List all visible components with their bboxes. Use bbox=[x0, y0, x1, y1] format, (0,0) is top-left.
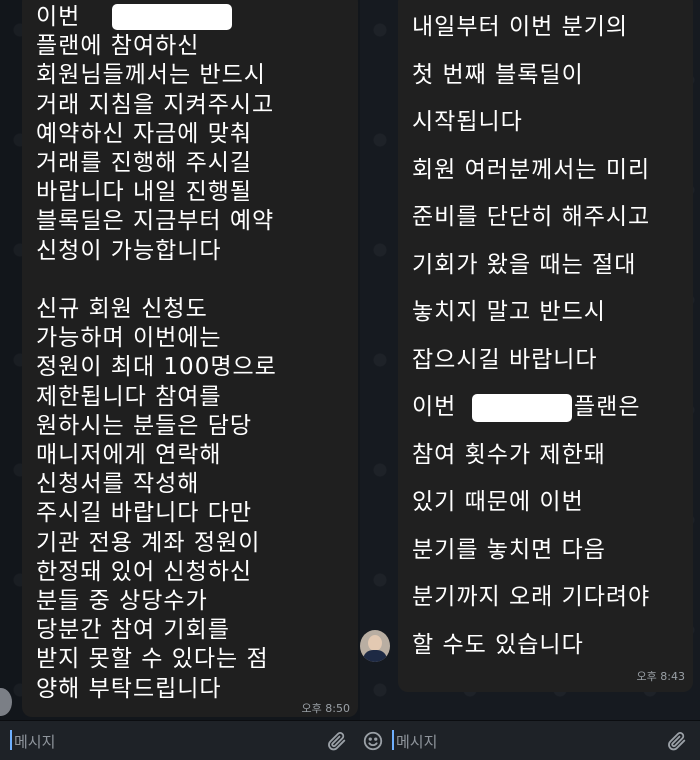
message-input[interactable]: 메시지 bbox=[14, 731, 55, 752]
message-input-bar[interactable]: 메시지 bbox=[360, 720, 700, 760]
message-input[interactable]: 메시지 bbox=[396, 731, 437, 752]
redacted-text bbox=[112, 4, 232, 30]
message-text-line: 양해 부탁드립니다 bbox=[36, 675, 222, 702]
message-text-line: 분들 중 상당수가 bbox=[36, 588, 208, 614]
left-chat-panel: 오후 8:50 이번플랜에 참여하신 회원님들께서는 반드시 거래 지침을 지켜주시… bbox=[0, 0, 360, 760]
message-text-line: 준비를 단단히 해주시고 bbox=[412, 204, 651, 230]
message-text-line: 신규 회원 신청도 bbox=[36, 296, 208, 322]
message-text-line: 시작됩니다 bbox=[412, 109, 523, 135]
message-text-line: 거래 지침을 지켜주시고 bbox=[36, 91, 275, 118]
message-text-line: 플랜은 bbox=[574, 394, 641, 420]
message-time: 오후 8:50 bbox=[301, 702, 350, 715]
message-time: 오후 8:43 bbox=[636, 670, 685, 683]
message-text-line: 놓치지 말고 반드시 bbox=[412, 299, 606, 325]
message-text-line: 거래를 진행해 주시길 bbox=[36, 150, 253, 176]
message-text-line: 매니저에게 연락해 bbox=[36, 442, 222, 468]
message-text-line: 받지 못할 수 있다는 점 bbox=[36, 646, 269, 673]
message-text-line: 주시길 바랍니다 다만 bbox=[36, 500, 253, 527]
message-text-line: 이번 bbox=[36, 4, 81, 30]
message-input-bar[interactable]: 메시지 bbox=[0, 720, 360, 760]
message-text-line: 가능하며 이번에는 bbox=[36, 325, 222, 352]
avatar-suit bbox=[363, 650, 387, 662]
sender-avatar[interactable] bbox=[360, 630, 390, 662]
emoji-icon[interactable] bbox=[362, 730, 384, 757]
message-text-line: 한정돼 있어 신청하신 bbox=[36, 558, 253, 585]
message-text-line: 이번 bbox=[412, 394, 457, 420]
message-text-line: 분기까지 오래 기다려야 bbox=[412, 584, 651, 610]
message-text-line: 정원이 최대 100명으로 bbox=[36, 354, 277, 381]
message-text-line: 블록딜은 지금부터 예약 bbox=[36, 208, 275, 235]
message-text-line: 신청서를 작성해 bbox=[36, 471, 200, 498]
message-text-line: 원하시는 분들은 담당 bbox=[36, 412, 253, 439]
paperclip-icon[interactable] bbox=[666, 730, 688, 757]
sender-avatar[interactable] bbox=[0, 688, 12, 716]
message-text-line: 기관 전용 계좌 정원이 bbox=[36, 529, 261, 556]
message-text-line: 참여 횟수가 제한돼 bbox=[412, 441, 606, 468]
message-text-line: 내일부터 이번 분기의 bbox=[412, 14, 629, 40]
message-text-line: 첫 번째 블록딜이 bbox=[412, 61, 584, 88]
message-text-line: 예약하신 자금에 맞춰 bbox=[36, 120, 253, 147]
avatar-face bbox=[368, 635, 382, 651]
paperclip-icon[interactable] bbox=[326, 730, 348, 757]
message-bubble: 오후 8:50 이번플랜에 참여하신 회원님들께서는 반드시 거래 지침을 지켜주시… bbox=[22, 0, 358, 717]
message-text-line: 바랍니다 내일 진행될 bbox=[36, 179, 253, 206]
text-caret bbox=[392, 730, 394, 750]
message-text-line: 분기를 놓치면 다음 bbox=[412, 536, 606, 563]
message-text-line: 기회가 왔을 때는 절대 bbox=[412, 251, 637, 278]
message-text-line: 잡으시길 바랍니다 bbox=[412, 346, 598, 373]
redacted-text bbox=[472, 394, 572, 422]
message-text-line: 회원 여러분께서는 미리 bbox=[412, 156, 651, 183]
message-text-line: 플랜에 참여하신 bbox=[36, 33, 200, 60]
message-bubble: 오후 8:43 내일부터 이번 분기의첫 번째 블록딜이시작됩니다회원 여러분께… bbox=[398, 0, 693, 692]
right-chat-panel: 오후 8:43 내일부터 이번 분기의첫 번째 블록딜이시작됩니다회원 여러분께… bbox=[360, 0, 700, 760]
message-text-line: 당분간 참여 기회를 bbox=[36, 617, 230, 644]
message-text-line: 회원님들께서는 반드시 bbox=[36, 62, 266, 89]
message-text-line: 제한됩니다 참여를 bbox=[36, 383, 222, 410]
message-text-line: 있기 때문에 이번 bbox=[412, 489, 584, 515]
text-caret bbox=[10, 730, 12, 750]
message-text-line: 할 수도 있습니다 bbox=[412, 631, 584, 658]
message-text-line: 신청이 가능합니다 bbox=[36, 237, 222, 264]
